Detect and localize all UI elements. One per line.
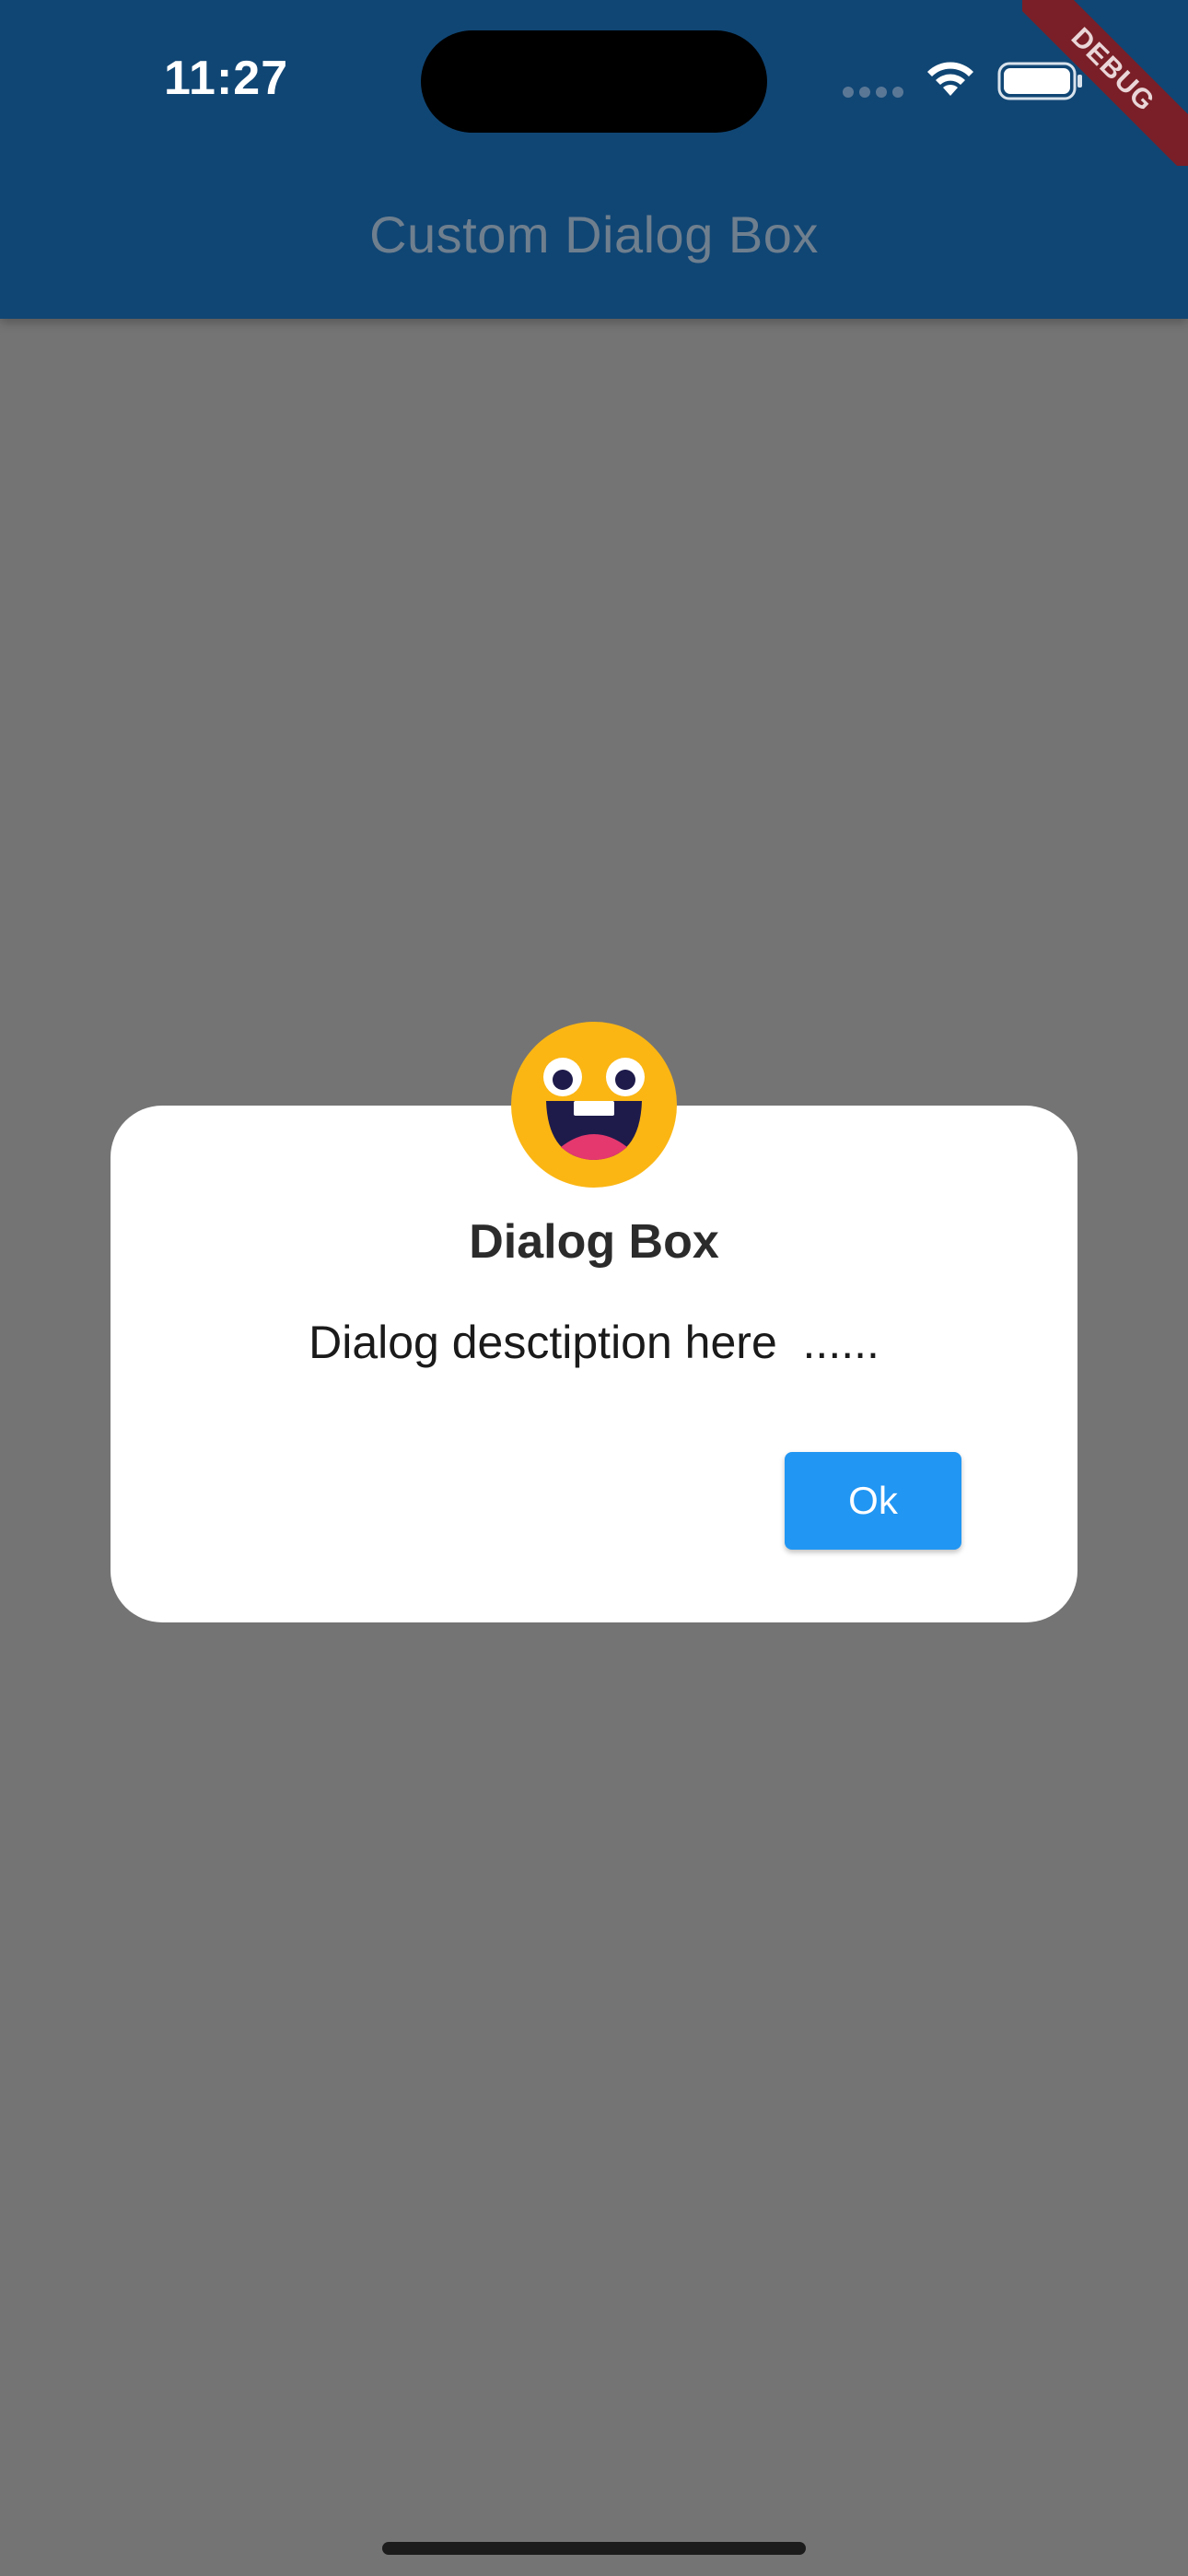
debug-banner: DEBUG [1022, 0, 1188, 166]
dynamic-island [421, 30, 767, 133]
dialog-description: Dialog desctiption here ...... [309, 1317, 879, 1368]
cellular-signal-icon [843, 87, 903, 98]
debug-banner-label: DEBUG [1022, 0, 1188, 166]
home-indicator[interactable] [382, 2542, 806, 2555]
ok-button[interactable]: Ok [785, 1452, 961, 1550]
dialog-title: Dialog Box [469, 1215, 719, 1269]
page-title: Custom Dialog Box [369, 205, 819, 263]
wifi-icon [927, 62, 973, 96]
status-time: 11:27 [164, 52, 289, 105]
app-bar: 11:27 Custom Dialog Box DEBUG [0, 0, 1188, 319]
smiley-face-icon [511, 1022, 677, 1188]
